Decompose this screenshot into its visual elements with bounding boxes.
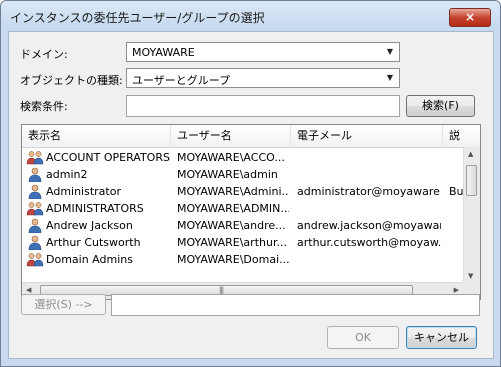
scroll-thumb[interactable] <box>466 165 477 196</box>
cell-user-name: MOYAWARE\ADMIN... <box>177 202 289 215</box>
table-row[interactable]: Arthur Cutsworth MOYAWARE\arthur... arthur… <box>22 234 462 251</box>
chevron-down-icon: ▼ <box>386 73 393 82</box>
domain-dropdown[interactable]: MOYAWARE ▼ <box>126 42 400 62</box>
column-header-email[interactable]: 電子メール <box>291 125 443 147</box>
cell-email <box>297 200 441 217</box>
column-header-display-name[interactable]: 表示名 <box>22 125 171 147</box>
title-bar[interactable]: インスタンスの委任先ユーザー/グループの選択 × <box>1 1 500 31</box>
column-header-description[interactable]: 説 <box>443 125 480 147</box>
cell-display-name: Arthur Cutsworth <box>46 236 141 249</box>
object-type-value: ユーザーとグループ <box>132 74 231 87</box>
cell-display-name: ADMINISTRATORS <box>46 202 144 215</box>
table-row[interactable]: admin2 MOYAWARE\admin <box>22 166 462 183</box>
cell-user-name: MOYAWARE\Admini... <box>177 185 289 198</box>
cell-user-name: MOYAWARE\admin <box>177 168 278 181</box>
dialog-window: インスタンスの委任先ユーザー/グループの選択 × ドメイン: MOYAWARE … <box>0 0 501 367</box>
search-button[interactable]: 検索(F) <box>406 95 475 117</box>
cell-description <box>449 234 463 251</box>
scroll-up-icon[interactable]: ▲ <box>468 150 473 158</box>
domain-value: MOYAWARE <box>132 46 195 59</box>
cell-display-name: Domain Admins <box>46 253 133 266</box>
search-label: 検索条件: <box>20 100 68 113</box>
group-icon <box>26 150 44 165</box>
table-row[interactable]: ACCOUNT OPERATORS MOYAWARE\ACCO... <box>22 149 462 166</box>
cell-email <box>297 251 441 268</box>
results-list[interactable]: 表示名 ユーザー名 電子メール 説 ACCOUNT OPERATORS MOYAW… <box>21 124 481 300</box>
cell-email <box>297 166 441 183</box>
list-header: 表示名 ユーザー名 電子メール 説 <box>22 125 480 148</box>
cell-display-name: admin2 <box>46 168 88 181</box>
user-icon <box>26 167 44 183</box>
table-row[interactable]: ADMINISTRATORS MOYAWARE\ADMIN... <box>22 200 462 217</box>
vertical-scrollbar[interactable]: ▲ ▼ <box>463 147 480 283</box>
dialog-body: ドメイン: MOYAWARE ▼ オブジェクトの種類: ユーザーとグループ ▼ … <box>8 31 494 359</box>
cell-display-name: Andrew Jackson <box>46 219 133 232</box>
group-icon <box>26 201 44 216</box>
group-icon <box>26 252 44 267</box>
scroll-left-icon[interactable]: ◀ <box>26 286 31 294</box>
user-icon <box>26 235 44 251</box>
cell-description <box>449 200 463 217</box>
cancel-button[interactable]: キャンセル <box>406 326 477 349</box>
cell-user-name: MOYAWARE\Domai... <box>177 253 289 266</box>
grip-icon: ||| <box>219 286 224 294</box>
window-title: インスタンスの委任先ユーザー/グループの選択 <box>10 11 265 25</box>
search-input[interactable] <box>126 95 400 117</box>
select-button[interactable]: 選択(S) --> <box>21 294 106 315</box>
table-row[interactable]: Administrator MOYAWARE\Admini... administr… <box>22 183 463 200</box>
scroll-right-icon[interactable]: ▶ <box>454 286 459 294</box>
cell-display-name: Administrator <box>46 185 121 198</box>
cell-display-name: ACCOUNT OPERATORS <box>46 151 170 164</box>
column-header-user-name[interactable]: ユーザー名 <box>171 125 291 147</box>
object-type-label: オブジェクトの種類: <box>20 74 123 87</box>
cell-description: Bui <box>449 185 463 198</box>
cell-email: arthur.cutsworth@moyaw... <box>297 236 441 249</box>
user-icon <box>26 184 44 200</box>
cell-description <box>449 251 463 268</box>
cell-description <box>449 149 463 166</box>
cell-email: administrator@moyaware... <box>297 185 441 198</box>
table-row[interactable]: Andrew Jackson MOYAWARE\andre... andrew.ja… <box>22 217 462 234</box>
cell-description <box>449 166 463 183</box>
object-type-dropdown[interactable]: ユーザーとグループ ▼ <box>126 68 400 88</box>
ok-button[interactable]: OK <box>327 326 399 349</box>
scroll-down-icon[interactable]: ▼ <box>468 272 473 280</box>
cell-email <box>297 149 441 166</box>
cell-email: andrew.jackson@moyawar... <box>297 219 441 232</box>
chevron-down-icon: ▼ <box>386 47 393 56</box>
cell-user-name: MOYAWARE\ACCO... <box>177 151 285 164</box>
table-row[interactable]: Domain Admins MOYAWARE\Domai... <box>22 251 462 268</box>
cell-description <box>449 217 463 234</box>
domain-label: ドメイン: <box>20 48 68 61</box>
close-button[interactable]: × <box>449 8 491 27</box>
user-icon <box>26 218 44 234</box>
cell-user-name: MOYAWARE\andre... <box>177 219 286 232</box>
selected-items-field[interactable] <box>111 294 480 316</box>
cell-user-name: MOYAWARE\arthur... <box>177 236 287 249</box>
